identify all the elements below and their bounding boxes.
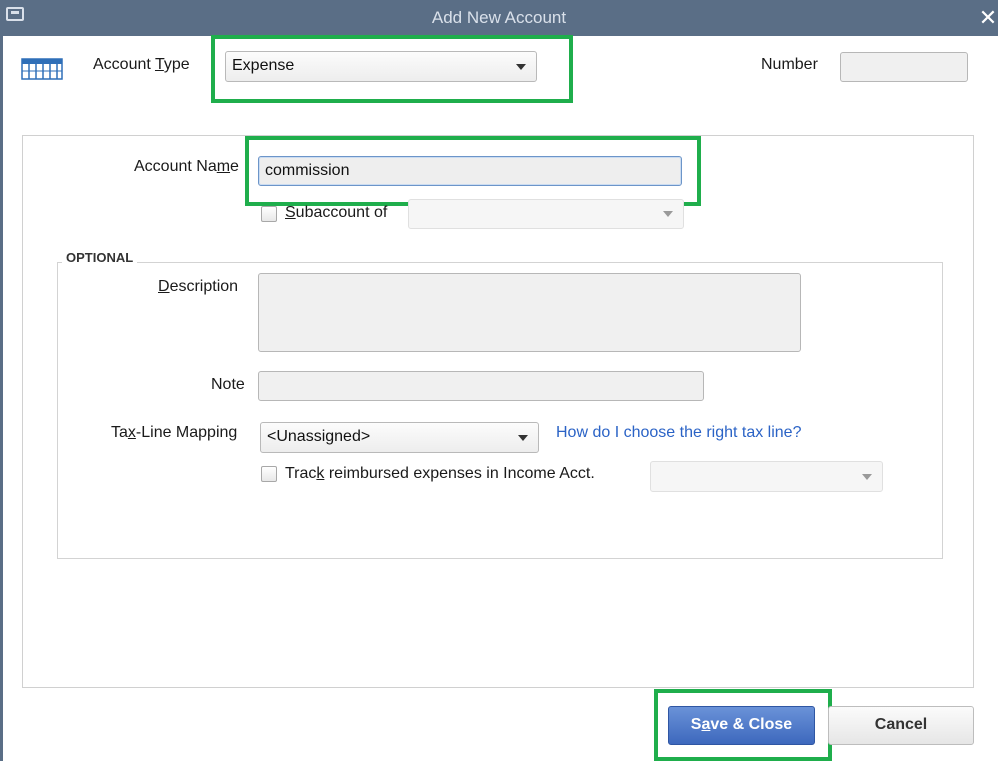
window-title: Add New Account	[431, 8, 567, 27]
description-textarea[interactable]	[258, 273, 801, 352]
description-label: Description	[158, 278, 239, 295]
account-name-input[interactable]: commission	[258, 156, 682, 186]
subaccount-checkbox[interactable]	[261, 206, 277, 222]
chevron-down-icon	[663, 211, 673, 217]
track-reimbursed-checkbox[interactable]	[261, 466, 277, 482]
subaccount-dropdown[interactable]	[408, 199, 684, 229]
chevron-down-icon	[518, 434, 528, 441]
save-close-button[interactable]: Save & Close	[668, 706, 815, 745]
chevron-down-icon	[516, 63, 526, 70]
tax-line-dropdown[interactable]: <Unassigned>	[260, 422, 539, 453]
track-reimbursed-label: Track reimbursed expenses in Income Acct…	[285, 465, 595, 482]
subaccount-label: Subaccount of	[285, 204, 388, 221]
tax-line-help-link[interactable]: How do I choose the right tax line?	[556, 424, 801, 442]
cancel-button[interactable]: Cancel	[828, 706, 974, 745]
account-name-label: Account Name	[134, 158, 239, 175]
note-input[interactable]	[258, 371, 704, 401]
window-left-border	[0, 36, 3, 761]
number-label: Number	[761, 56, 818, 73]
account-type-dropdown[interactable]: Expense	[225, 51, 537, 82]
account-type-label: Account Type	[93, 56, 190, 73]
income-account-dropdown[interactable]	[650, 461, 883, 492]
note-label: Note	[211, 376, 245, 393]
optional-section-label: OPTIONAL	[62, 250, 138, 265]
tax-line-mapping-label: Tax-Line Mapping	[111, 424, 238, 441]
ledger-grid-icon	[21, 58, 63, 80]
chevron-down-icon	[862, 473, 872, 480]
close-icon[interactable]: ✕	[978, 4, 998, 32]
number-input[interactable]	[840, 52, 968, 82]
